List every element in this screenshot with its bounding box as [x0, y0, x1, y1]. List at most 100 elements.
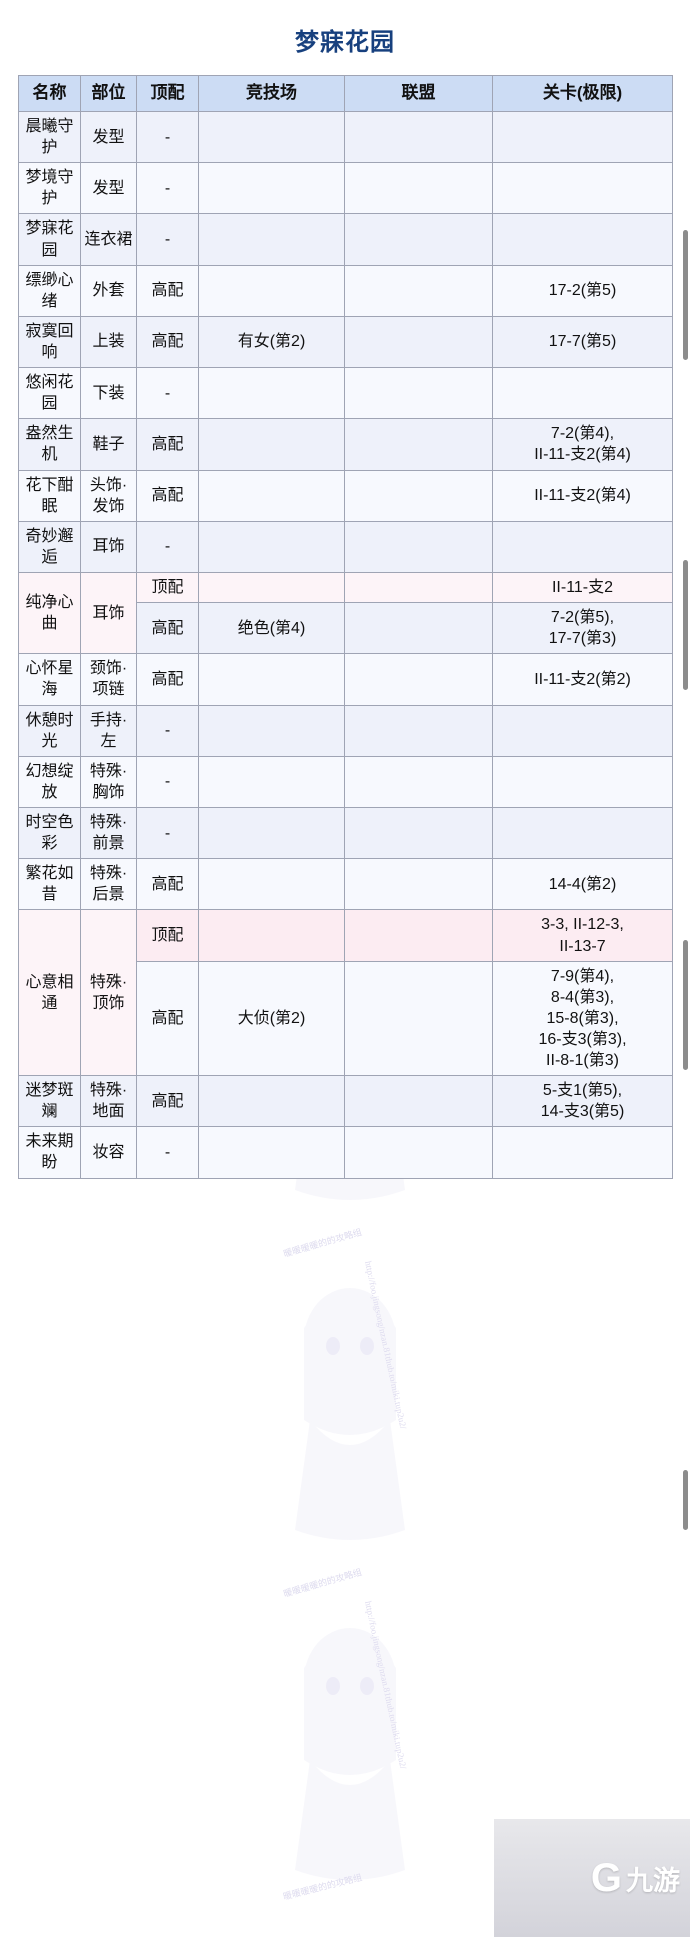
- cell-part: 头饰·发饰: [80, 469, 137, 522]
- scrollbar-thumb[interactable]: [683, 230, 688, 360]
- cell-league: [344, 264, 493, 317]
- cell-part: 发型: [80, 110, 137, 164]
- cell-stage: II-11-支2(第2): [492, 653, 673, 706]
- cell-top-spec: 高配: [136, 960, 199, 1077]
- cell-part: 手持·左: [80, 704, 137, 757]
- column-header: 联盟: [344, 75, 493, 112]
- cell-name: 幻想绽放: [18, 755, 81, 808]
- table-row: 时空色彩 特殊·前景 -: [18, 806, 673, 860]
- cell-part: 特殊·后景: [80, 858, 137, 911]
- cell-stage: [492, 806, 673, 860]
- cell-part: 发型: [80, 162, 137, 215]
- cell-stage: 17-2(第5): [492, 264, 673, 317]
- cell-part: 下装: [80, 367, 137, 420]
- table-container: 名称 部位 顶配 竞技场 联盟 关卡(极限) 晨曦守护 发型 - 梦境守护 发型 - 梦寐花园 连衣裙 -…: [0, 75, 690, 1179]
- cell-stage: 17-7(第5): [492, 315, 673, 369]
- table-row: 寂寞回响 上装 高配 有女(第2) 17-7(第5): [18, 315, 673, 369]
- cell-part: 颈饰·项链: [80, 653, 137, 706]
- table-row: 纯净心曲 耳饰 顶配 II-11-支2: [18, 571, 673, 655]
- table-row: 梦寐花园 连衣裙 -: [18, 213, 673, 266]
- cell-league: [344, 602, 493, 655]
- cell-arena: 绝色(第4): [198, 602, 345, 655]
- cell-name: 心意相通: [18, 909, 81, 1077]
- cell-stage: 14-4(第2): [492, 858, 673, 911]
- cell-name: 未来期盼: [18, 1126, 81, 1179]
- table-header-row: 名称 部位 顶配 竞技场 联盟 关卡(极限): [18, 75, 673, 112]
- cell-top-spec: 顶配: [136, 909, 199, 962]
- cell-top-spec: -: [136, 162, 199, 215]
- table-body: 晨曦守护 发型 - 梦境守护 发型 - 梦寐花园 连衣裙 - 缥缈心绪 外套 高配 17-2(第5) 寂寞…: [18, 110, 673, 1179]
- brand-watermark: G 九游: [494, 1819, 690, 1937]
- cell-stage: 3-3, II-12-3, II-13-7: [492, 909, 673, 962]
- cell-arena: [198, 909, 345, 962]
- cell-part: 耳饰: [80, 520, 137, 573]
- cell-arena: [198, 704, 345, 757]
- cell-top-spec: 高配: [136, 653, 199, 706]
- cell-stage: 5-支1(第5), 14-支3(第5): [492, 1075, 673, 1128]
- column-header: 名称: [18, 75, 81, 112]
- cell-part: 外套: [80, 264, 137, 317]
- cell-stage: 7-2(第5), 17-7(第3): [492, 602, 673, 655]
- cell-league: [344, 704, 493, 757]
- cell-part: 特殊·胸饰: [80, 755, 137, 808]
- cell-part: 连衣裙: [80, 213, 137, 266]
- cell-arena: [198, 264, 345, 317]
- cell-stage: [492, 1126, 673, 1179]
- table-row: 盎然生机 鞋子 高配 7-2(第4), II-11-支2(第4): [18, 418, 673, 471]
- table-row: 心意相通 特殊·顶饰 顶配 3-3, II-12-3, II-13-7: [18, 909, 673, 1077]
- cell-name: 纯净心曲: [18, 571, 81, 655]
- screenshot-root: 暖暖暖暖的的攻略组 http://foo.jingsong/nzan.81thu…: [0, 0, 690, 1937]
- cell-stage: 7-2(第4), II-11-支2(第4): [492, 418, 673, 471]
- cell-top-spec: -: [136, 110, 199, 164]
- cell-league: [344, 418, 493, 471]
- table-row: 悠闲花园 下装 -: [18, 367, 673, 420]
- cell-part: 特殊·顶饰: [80, 909, 137, 1077]
- scrollbar-thumb[interactable]: [683, 1470, 688, 1530]
- cell-arena: [198, 755, 345, 808]
- cell-name: 梦境守护: [18, 162, 81, 215]
- cell-league: [344, 571, 493, 604]
- cell-top-spec: 高配: [136, 858, 199, 911]
- table-row: 奇妙邂逅 耳饰 -: [18, 520, 673, 573]
- nine-game-logo-icon: G: [590, 1856, 622, 1900]
- cell-top-spec: -: [136, 704, 199, 757]
- table-row: 晨曦守护 发型 -: [18, 110, 673, 164]
- cell-top-spec: 高配: [136, 602, 199, 655]
- watermark-character-icon: [295, 1628, 405, 1880]
- cell-stage: [492, 213, 673, 266]
- cell-top-spec: -: [136, 520, 199, 573]
- cell-stage: II-11-支2(第4): [492, 469, 673, 522]
- cell-name: 花下酣眠: [18, 469, 81, 522]
- cell-arena: [198, 520, 345, 573]
- watermark-text: 暖暖暖暖的的攻略组: [282, 1227, 363, 1259]
- cell-league: [344, 909, 493, 962]
- cell-part: 耳饰: [80, 571, 137, 655]
- cell-part: 特殊·前景: [80, 806, 137, 860]
- cell-stage: [492, 704, 673, 757]
- table-row: 迷梦斑斓 特殊·地面 高配 5-支1(第5), 14-支3(第5): [18, 1075, 673, 1128]
- cell-arena: [198, 1075, 345, 1128]
- column-header: 竞技场: [198, 75, 345, 112]
- cell-name: 奇妙邂逅: [18, 520, 81, 573]
- scrollbar-thumb[interactable]: [683, 940, 688, 1070]
- cell-league: [344, 110, 493, 164]
- brand-label: 九游: [626, 1865, 680, 1896]
- cell-league: [344, 162, 493, 215]
- cell-stage: [492, 755, 673, 808]
- watermark-text: http://foo.jingsong/nzan.81thub.to/miki.…: [363, 1260, 409, 1430]
- cell-arena: [198, 162, 345, 215]
- cell-stage: [492, 162, 673, 215]
- table-row: 幻想绽放 特殊·胸饰 -: [18, 755, 673, 808]
- cell-top-spec: -: [136, 213, 199, 266]
- table-row: 心怀星海 颈饰·项链 高配 II-11-支2(第2): [18, 653, 673, 706]
- cell-name: 盎然生机: [18, 418, 81, 471]
- page-title: 梦寐花园: [295, 29, 395, 56]
- cell-arena: [198, 213, 345, 266]
- cell-name: 缥缈心绪: [18, 264, 81, 317]
- cell-arena: 有女(第2): [198, 315, 345, 369]
- cell-league: [344, 469, 493, 522]
- cell-league: [344, 1075, 493, 1128]
- cell-top-spec: 顶配: [136, 571, 199, 604]
- cell-top-spec: 高配: [136, 1075, 199, 1128]
- scrollbar-thumb[interactable]: [683, 560, 688, 690]
